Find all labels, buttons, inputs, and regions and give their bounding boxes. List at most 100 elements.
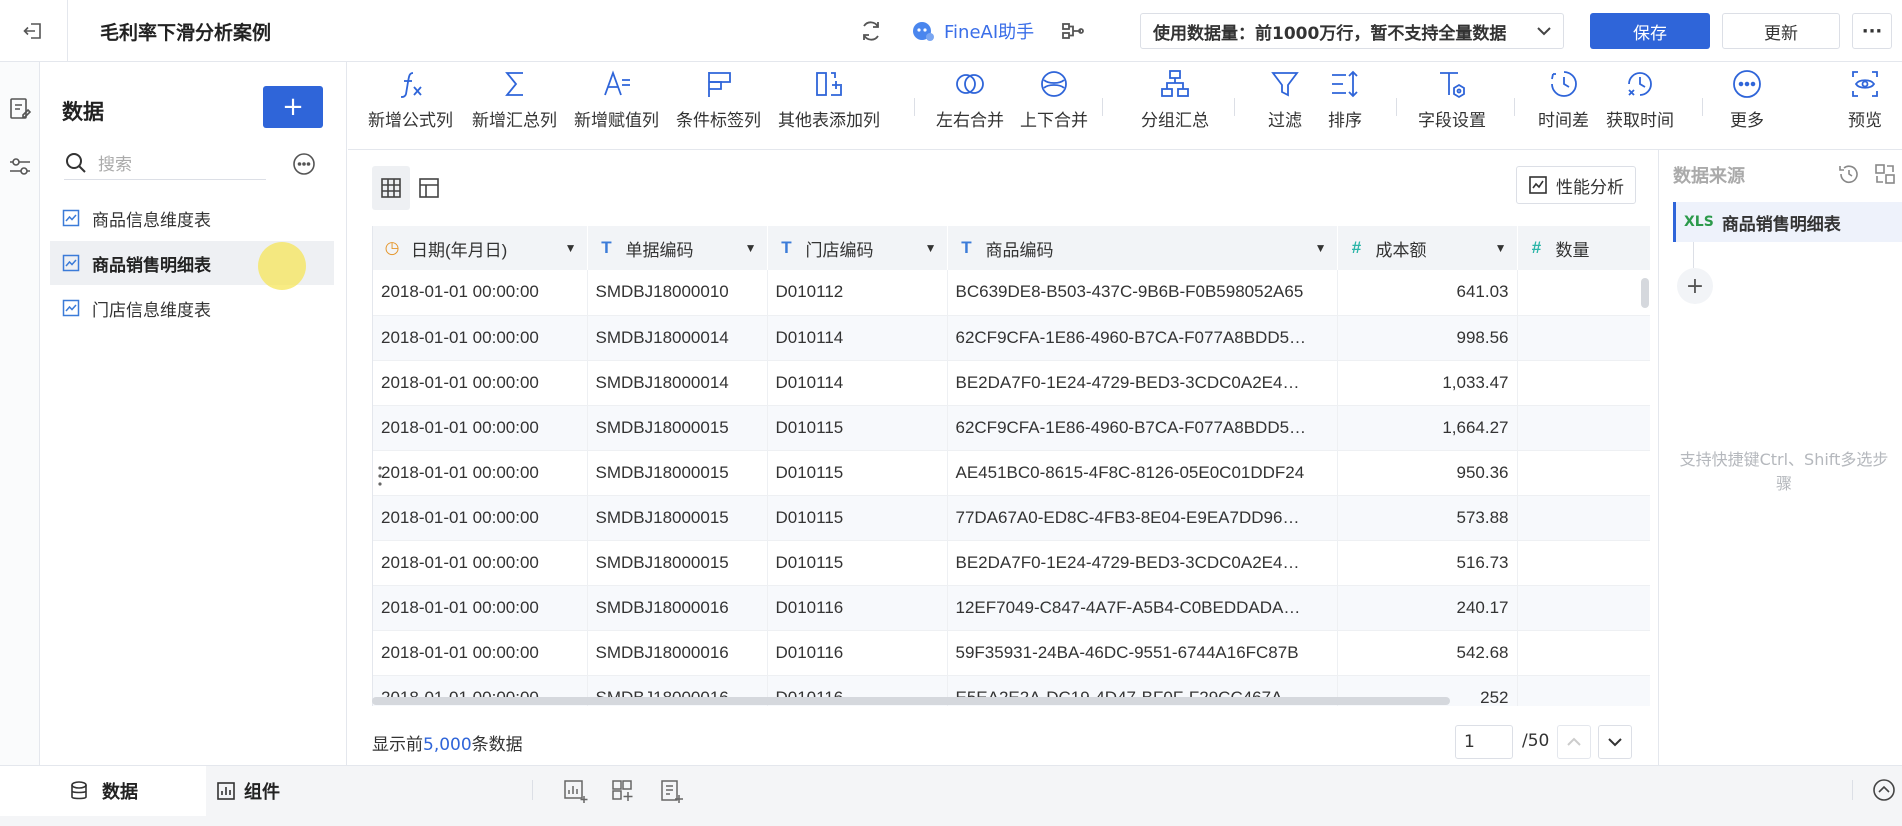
- table-row[interactable]: 2018-01-01 00:00:00 SMDBJ18000015 D010115 A…: [373, 450, 1650, 496]
- table-cell[interactable]: SMDBJ18000016: [587, 630, 768, 676]
- table-row[interactable]: 2018-01-01 00:00:00 SMDBJ18000016 D010116 1…: [373, 585, 1650, 631]
- table-cell[interactable]: D010115: [767, 540, 948, 586]
- table-cell[interactable]: 62CF9CFA-1E86-4960-B7CA-F077A8BDD5…: [947, 315, 1338, 361]
- table-row[interactable]: 2018-01-01 00:00:00 SMDBJ18000015 D010115 6…: [373, 405, 1650, 451]
- table-cell[interactable]: 2018-01-01 00:00:00: [373, 450, 588, 496]
- get-time-button[interactable]: 获取时间: [1606, 68, 1674, 146]
- table-row[interactable]: 2018-01-01 00:00:00 SMDBJ18000015 D010115 B…: [373, 540, 1650, 586]
- table-cell[interactable]: 77DA67A0-ED8C-4FB3-8E04-E9EA7DD96…: [947, 495, 1338, 541]
- table-cell[interactable]: [1517, 630, 1650, 676]
- next-page-button[interactable]: [1598, 725, 1632, 759]
- caret-down-icon[interactable]: ▼: [925, 241, 937, 255]
- caret-down-icon[interactable]: ▼: [1315, 241, 1327, 255]
- settings-sliders-icon[interactable]: [5, 152, 35, 182]
- caret-down-icon[interactable]: ▼: [745, 241, 757, 255]
- table-row[interactable]: 2018-01-01 00:00:00 SMDBJ18000010 D010112 B…: [373, 270, 1650, 316]
- table-cell[interactable]: SMDBJ18000015: [587, 495, 768, 541]
- table-cell[interactable]: 542.68: [1337, 630, 1518, 676]
- add-dashboard-icon[interactable]: [610, 778, 636, 804]
- table-cell[interactable]: 2018-01-01 00:00:00: [373, 405, 588, 451]
- caret-down-icon[interactable]: ▼: [565, 241, 577, 255]
- column-header-cost[interactable]: # 成本额 ▼: [1337, 226, 1518, 270]
- table-cell[interactable]: 2018-01-01 00:00:00: [373, 495, 588, 541]
- add-formula-column-button[interactable]: 新增公式列: [368, 68, 453, 146]
- grid-view-icon[interactable]: [372, 166, 410, 210]
- table-cell[interactable]: [1517, 585, 1650, 631]
- tab-component[interactable]: 组件: [216, 778, 280, 804]
- horizontal-scrollbar[interactable]: [372, 697, 1450, 705]
- table-cell[interactable]: SMDBJ18000015: [587, 540, 768, 586]
- save-button[interactable]: 保存: [1590, 13, 1710, 49]
- table-cell[interactable]: 2018-01-01 00:00:00: [373, 360, 588, 406]
- table-cell[interactable]: BE2DA7F0-1E24-4729-BED3-3CDC0A2E4…: [947, 540, 1338, 586]
- table-cell[interactable]: 62CF9CFA-1E86-4960-B7CA-F077A8BDD5…: [947, 405, 1338, 451]
- refresh-icon[interactable]: [858, 18, 884, 44]
- table-cell[interactable]: D010112: [767, 270, 948, 316]
- table-cell[interactable]: SMDBJ18000016: [587, 585, 768, 631]
- table-cell[interactable]: [1517, 450, 1650, 496]
- history-icon[interactable]: [1837, 162, 1861, 186]
- table-cell[interactable]: 1,033.47: [1337, 360, 1518, 406]
- table-cell[interactable]: [1517, 315, 1650, 361]
- field-settings-button[interactable]: 字段设置: [1418, 68, 1486, 146]
- page-number-input[interactable]: 1: [1455, 725, 1513, 759]
- table-cell[interactable]: D010115: [767, 450, 948, 496]
- add-assign-column-button[interactable]: 新增赋值列: [574, 68, 659, 146]
- layout-switch-icon[interactable]: [1873, 162, 1897, 186]
- caret-down-icon[interactable]: ▼: [1495, 241, 1507, 255]
- add-chart-icon[interactable]: [562, 778, 588, 804]
- table-cell[interactable]: SMDBJ18000015: [587, 405, 768, 451]
- table-cell[interactable]: D010116: [767, 630, 948, 676]
- table-cell[interactable]: D010115: [767, 405, 948, 451]
- preview-button[interactable]: 预览: [1848, 68, 1882, 146]
- layout-view-icon[interactable]: [410, 166, 448, 210]
- previous-page-button[interactable]: [1557, 725, 1591, 759]
- table-cell[interactable]: BE2DA7F0-1E24-4729-BED3-3CDC0A2E4…: [947, 360, 1338, 406]
- table-cell[interactable]: [1517, 270, 1650, 316]
- time-diff-button[interactable]: 时间差: [1538, 68, 1589, 146]
- add-step-button[interactable]: +: [1677, 268, 1713, 304]
- table-cell[interactable]: D010114: [767, 315, 948, 361]
- table-cell[interactable]: AE451BC0-8615-4F8C-8126-05E0C01DDF24: [947, 450, 1338, 496]
- lineage-icon[interactable]: [1060, 18, 1086, 44]
- table-cell[interactable]: 573.88: [1337, 495, 1518, 541]
- table-cell[interactable]: 641.03: [1337, 270, 1518, 316]
- table-cell[interactable]: 240.17: [1337, 585, 1518, 631]
- column-header-product-code[interactable]: T 商品编码 ▼: [947, 226, 1338, 270]
- table-cell[interactable]: 2018-01-01 00:00:00: [373, 315, 588, 361]
- table-cell[interactable]: D010116: [767, 585, 948, 631]
- table-cell[interactable]: [1517, 360, 1650, 406]
- add-report-icon[interactable]: [658, 778, 684, 804]
- table-cell[interactable]: 2018-01-01 00:00:00: [373, 630, 588, 676]
- tab-data[interactable]: 数据: [0, 766, 206, 816]
- vertical-scrollbar[interactable]: [1641, 278, 1649, 308]
- merge-horizontal-button[interactable]: 左右合并: [936, 68, 1004, 146]
- table-row[interactable]: 2018-01-01 00:00:00 SMDBJ18000016 D010116 5…: [373, 630, 1650, 676]
- column-header-doc-code[interactable]: T 单据编码 ▼: [587, 226, 768, 270]
- data-prep-icon[interactable]: [5, 94, 35, 124]
- table-cell[interactable]: 2018-01-01 00:00:00: [373, 540, 588, 586]
- table-cell[interactable]: [1517, 540, 1650, 586]
- add-data-button[interactable]: +: [263, 86, 323, 128]
- filter-button[interactable]: 过滤: [1268, 68, 1302, 146]
- table-cell[interactable]: 59F35931-24BA-46DC-9551-6744A16FC87B: [947, 630, 1338, 676]
- column-header-date[interactable]: ◷ 日期(年月日) ▼: [373, 226, 588, 270]
- table-row[interactable]: 2018-01-01 00:00:00 SMDBJ18000015 D010115 7…: [373, 495, 1650, 541]
- table-cell[interactable]: 2018-01-01 00:00:00: [373, 270, 588, 316]
- column-header-store-code[interactable]: T 门店编码 ▼: [767, 226, 948, 270]
- table-cell[interactable]: 950.36: [1337, 450, 1518, 496]
- performance-analysis-button[interactable]: 性能分析: [1516, 166, 1636, 204]
- table-cell[interactable]: BC639DE8-B503-437C-9B6B-F0B598052A65: [947, 270, 1338, 316]
- add-condition-tag-button[interactable]: 条件标签列: [676, 68, 761, 146]
- table-cell[interactable]: D010114: [767, 360, 948, 406]
- search-box[interactable]: 搜索: [64, 146, 266, 180]
- group-summary-button[interactable]: 分组汇总: [1141, 68, 1209, 146]
- table-cell[interactable]: SMDBJ18000010: [587, 270, 768, 316]
- exit-icon[interactable]: [18, 17, 48, 45]
- data-limit-select[interactable]: 使用数据量：前1000万行，暂不支持全量数据: [1140, 13, 1564, 49]
- add-sum-column-button[interactable]: 新增汇总列: [472, 68, 557, 146]
- data-source-step[interactable]: XLS 商品销售明细表: [1673, 202, 1902, 242]
- add-column-from-table-button[interactable]: 其他表添加列: [778, 68, 880, 146]
- sidebar-item-product-info[interactable]: 商品信息维度表: [50, 196, 334, 240]
- more-options-button[interactable]: ···: [1852, 13, 1892, 49]
